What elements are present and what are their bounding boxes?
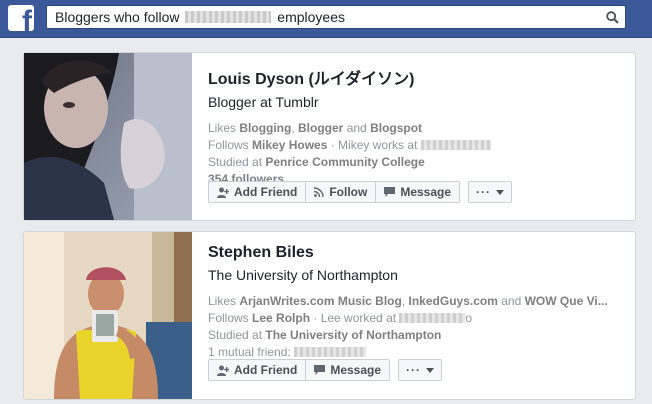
school-link[interactable]: The University of Northampton — [265, 328, 441, 342]
follows-link[interactable]: Lee Rolph — [252, 311, 310, 325]
profile-photo[interactable] — [24, 53, 192, 220]
profile-photo[interactable] — [24, 232, 192, 399]
person-subtitle: The University of Northampton — [208, 267, 398, 283]
result-card: Stephen Biles The University of Northamp… — [23, 231, 636, 400]
redacted-text — [420, 140, 491, 150]
like-link[interactable]: InkedGuys.com — [409, 294, 498, 308]
message-button[interactable]: Message — [305, 359, 391, 381]
like-link[interactable]: Blogging — [239, 121, 291, 135]
more-options-button[interactable]: ··· — [468, 181, 513, 203]
person-name[interactable]: Louis Dyson (ルイダイソン) — [208, 65, 627, 89]
result-info: Stephen Biles The University of Northamp… — [208, 244, 627, 361]
redacted-text — [185, 11, 272, 23]
likes-line: Likes ArjanWrites.com Music Blog, InkedG… — [208, 294, 608, 308]
person-subtitle: Blogger at Tumblr — [208, 94, 319, 110]
action-group: Add Friend Follow Message — [208, 181, 461, 203]
person-name[interactable]: Stephen Biles — [208, 244, 627, 262]
message-button[interactable]: Message — [375, 181, 461, 203]
add-friend-icon — [217, 187, 229, 198]
rss-icon — [314, 187, 325, 197]
likes-line: Likes Blogging, Blogger and Blogspot — [208, 121, 423, 135]
studied-line: Studied at The University of Northampton — [208, 328, 442, 342]
add-friend-button[interactable]: Add Friend — [208, 181, 307, 203]
facebook-logo[interactable]: f — [8, 5, 34, 31]
result-info: Louis Dyson (ルイダイソン) Blogger at Tumblr L… — [208, 65, 627, 188]
message-icon — [384, 186, 396, 197]
result-card: Louis Dyson (ルイダイソン) Blogger at Tumblr L… — [23, 52, 636, 221]
more-icon: ··· — [406, 363, 422, 377]
redacted-text — [294, 347, 367, 357]
action-group: Add Friend Message — [208, 359, 391, 381]
more-icon: ··· — [476, 185, 492, 199]
result-actions: Add Friend Message ··· — [208, 359, 443, 381]
search-icon[interactable] — [606, 11, 619, 24]
result-details: Likes Blogging, Blogger and Blogspot Fol… — [208, 120, 627, 188]
follows-link[interactable]: Mikey Howes — [252, 138, 327, 152]
search-input[interactable]: Bloggers who follow employees — [46, 5, 626, 29]
search-query: Bloggers who follow employees — [55, 9, 345, 25]
message-icon — [314, 364, 326, 375]
like-link[interactable]: ArjanWrites.com Music Blog — [239, 294, 401, 308]
school-link[interactable]: Penrice Community College — [265, 155, 424, 169]
like-link[interactable]: Blogspot — [370, 121, 422, 135]
more-options-button[interactable]: ··· — [398, 359, 443, 381]
top-bar: f Bloggers who follow employees — [0, 0, 652, 38]
chevron-down-icon — [496, 189, 505, 195]
add-friend-icon — [217, 365, 229, 376]
result-actions: Add Friend Follow Message ··· — [208, 181, 513, 203]
result-details: Likes ArjanWrites.com Music Blog, InkedG… — [208, 293, 627, 361]
follows-line: Follows Mikey Howes · Mikey works at — [208, 137, 618, 154]
add-friend-button[interactable]: Add Friend — [208, 359, 307, 381]
chevron-down-icon — [426, 367, 435, 373]
follow-button[interactable]: Follow — [305, 181, 377, 203]
redacted-text — [399, 313, 466, 323]
studied-line: Studied at Penrice Community College — [208, 155, 425, 169]
like-link[interactable]: Blogger — [298, 121, 343, 135]
like-link[interactable]: WOW Que Vi... — [525, 294, 608, 308]
follows-line: Follows Lee Rolph · Lee worked at o — [208, 311, 473, 325]
